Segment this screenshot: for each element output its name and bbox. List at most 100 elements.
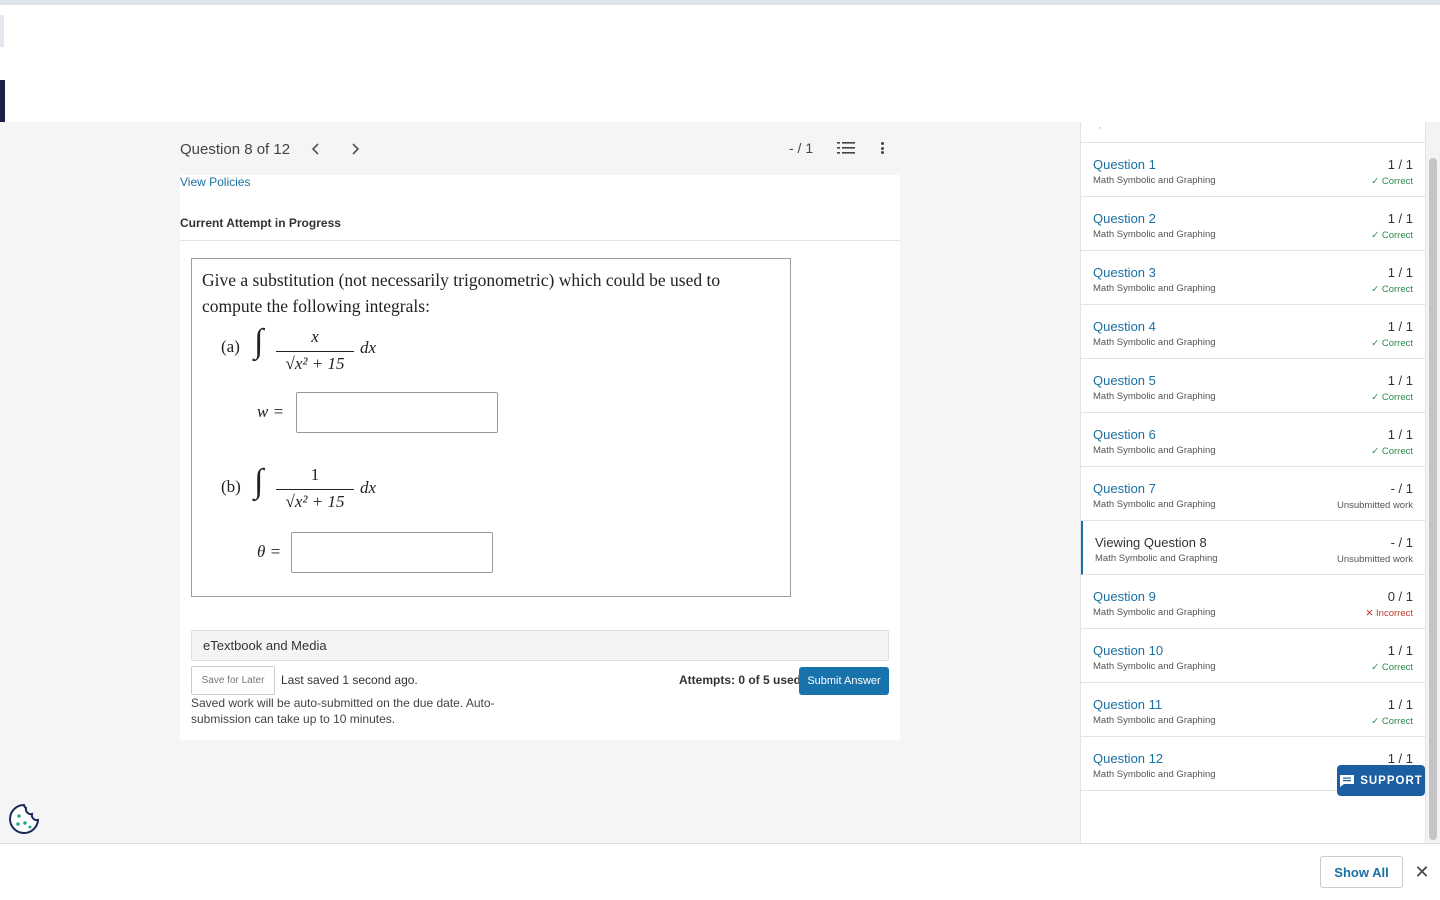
question-points: 1 / 1: [1387, 157, 1413, 172]
submit-answer-button[interactable]: Submit Answer: [799, 667, 889, 695]
question-status: ✓ Correct: [1371, 176, 1413, 187]
page-header: [0, 5, 1440, 122]
question-points: 1 / 1: [1387, 373, 1413, 388]
question-status: Unsubmitted work: [1336, 500, 1413, 511]
question-points: 1 / 1: [1387, 697, 1413, 712]
show-all-button[interactable]: Show All: [1320, 856, 1403, 888]
support-label: SUPPORT: [1360, 774, 1423, 787]
chat-bubble-icon: [1340, 774, 1355, 787]
sidebar-question-item[interactable]: Question 9 Math Symbolic and Graphing 0 / …: [1081, 575, 1425, 629]
question-name: Question 1: [1093, 157, 1156, 172]
cookie-icon[interactable]: [8, 803, 40, 835]
numbered-list-icon[interactable]: [837, 140, 855, 156]
question-list-sidebar: , Question 1 Math Symbolic and Graphing 1 …: [1080, 122, 1426, 843]
question-type: Math Symbolic and Graphing: [1093, 769, 1216, 780]
sidebar-question-item[interactable]: Question 10 Math Symbolic and Graphing 1 /…: [1081, 629, 1425, 683]
question-status: ✓ Correct: [1371, 662, 1413, 673]
question-points: - / 1: [1390, 535, 1413, 550]
question-status: Unsubmitted work: [1336, 554, 1413, 565]
question-name: Question 4: [1093, 319, 1156, 334]
question-status: ✕ Incorrect: [1365, 608, 1413, 619]
chevron-right-icon[interactable]: [345, 139, 365, 159]
question-status: ✓ Correct: [1371, 446, 1413, 457]
question-name: Question 10: [1093, 643, 1164, 658]
scrollbar-thumb[interactable]: [1429, 158, 1437, 840]
integral-sign: ∫: [254, 463, 264, 500]
question-name: Question 9: [1093, 589, 1156, 604]
question-name: Question 5: [1093, 373, 1156, 388]
sidebar-question-item[interactable]: Question 5 Math Symbolic and Graphing 1 / …: [1081, 359, 1425, 413]
question-score: - / 1: [789, 140, 814, 156]
variable-w-label: w =: [257, 402, 285, 421]
question-points: 1 / 1: [1387, 265, 1413, 280]
question-status: ✓ Correct: [1371, 338, 1413, 349]
question-points: 1 / 1: [1387, 643, 1413, 658]
part-b-label: (b): [221, 477, 241, 496]
more-vertical-icon[interactable]: [876, 140, 888, 156]
question-type: Math Symbolic and Graphing: [1095, 553, 1218, 564]
numerator-b: 1: [310, 465, 320, 484]
question-prompt: Give a substitution (not necessarily tri…: [202, 270, 721, 316]
question-type: Math Symbolic and Graphing: [1093, 715, 1216, 726]
question-type: Math Symbolic and Graphing: [1093, 445, 1216, 456]
question-points: 1 / 1: [1387, 427, 1413, 442]
header-marker: [0, 15, 4, 47]
question-points: - / 1: [1390, 481, 1413, 496]
header-accent: [0, 80, 5, 122]
part-a-label: (a): [221, 337, 240, 356]
question-name: Question 12: [1093, 751, 1164, 766]
question-points: 1 / 1: [1387, 319, 1413, 334]
view-policies-link[interactable]: View Policies: [180, 175, 250, 189]
sidebar-question-item[interactable]: Question 2 Math Symbolic and Graphing 1 / …: [1081, 197, 1425, 251]
question-name: Question 2: [1093, 211, 1156, 226]
save-for-later-button[interactable]: Save for Later: [191, 666, 275, 695]
chevron-left-icon[interactable]: [306, 139, 326, 159]
sidebar-question-item[interactable]: Question 7 Math Symbolic and Graphing - / …: [1081, 467, 1425, 521]
question-name: Question 11: [1093, 697, 1163, 712]
question-type: Math Symbolic and Graphing: [1093, 661, 1216, 672]
attempts-counter: Attempts: 0 of 5 used: [679, 673, 802, 687]
question-status: ✓ Correct: [1371, 284, 1413, 295]
theta-answer-input[interactable]: [291, 532, 493, 573]
sidebar-header: ,: [1081, 122, 1425, 143]
w-answer-input[interactable]: [296, 392, 498, 433]
denominator-b: √x² + 15: [285, 492, 345, 511]
denominator-a: √x² + 15: [285, 354, 345, 373]
integral-sign: ∫: [254, 323, 264, 360]
question-points: 1 / 1: [1387, 751, 1413, 766]
etextbook-media-toggle[interactable]: eTextbook and Media: [191, 630, 889, 661]
question-nav-bar: Question 8 of 12 - / 1: [180, 132, 900, 166]
numerator-a: x: [311, 327, 319, 346]
variable-theta-label: θ =: [257, 542, 282, 561]
question-name: Question 7: [1093, 481, 1156, 496]
sidebar-question-item[interactable]: Question 1 Math Symbolic and Graphing 1 / …: [1081, 143, 1425, 197]
question-type: Math Symbolic and Graphing: [1093, 175, 1216, 186]
question-type: Math Symbolic and Graphing: [1093, 499, 1216, 510]
question-name: Question 6: [1093, 427, 1156, 442]
question-status: ✓ Correct: [1371, 716, 1413, 727]
question-name: Viewing Question 8: [1095, 535, 1207, 550]
close-icon[interactable]: ✕: [1413, 861, 1431, 883]
question-type: Math Symbolic and Graphing: [1093, 607, 1216, 618]
question-points: 1 / 1: [1387, 211, 1413, 226]
question-card: View Policies Current Attempt in Progres…: [180, 175, 900, 740]
sidebar-question-item[interactable]: Question 11 Math Symbolic and Graphing 1 /…: [1081, 683, 1425, 737]
divider: [180, 240, 900, 241]
autosubmit-note: Saved work will be auto-submitted on the…: [191, 696, 495, 726]
sidebar-question-item[interactable]: Question 6 Math Symbolic and Graphing 1 / …: [1081, 413, 1425, 467]
question-title: Question 8 of 12: [180, 140, 291, 158]
question-type: Math Symbolic and Graphing: [1093, 337, 1216, 348]
question-type: Math Symbolic and Graphing: [1093, 391, 1216, 402]
question-status: ✓ Correct: [1371, 392, 1413, 403]
support-button[interactable]: SUPPORT: [1337, 765, 1425, 796]
attempt-heading: Current Attempt in Progress: [180, 216, 341, 230]
differential-b: dx: [360, 478, 377, 497]
sidebar-question-item[interactable]: Question 3 Math Symbolic and Graphing 1 / …: [1081, 251, 1425, 305]
question-box: Give a substitution (not necessarily tri…: [191, 258, 791, 597]
fraction-b: 1 √x² + 15: [276, 465, 354, 512]
sidebar-question-item[interactable]: Viewing Question 8 Math Symbolic and Grap…: [1081, 521, 1425, 575]
question-type: Math Symbolic and Graphing: [1093, 283, 1216, 294]
last-saved-text: Last saved 1 second ago.: [281, 673, 418, 687]
question-name: Question 3: [1093, 265, 1156, 280]
sidebar-question-item[interactable]: Question 4 Math Symbolic and Graphing 1 / …: [1081, 305, 1425, 359]
